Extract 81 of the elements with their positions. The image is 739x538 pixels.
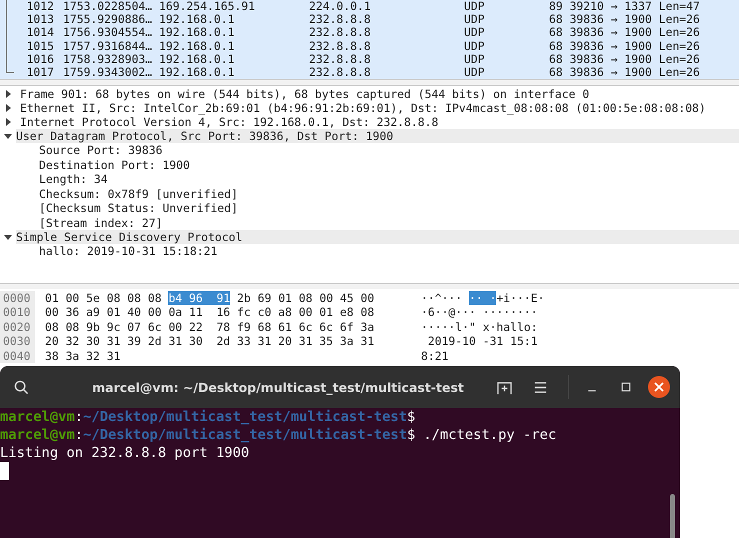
close-icon[interactable] bbox=[648, 376, 670, 398]
maximize-icon[interactable] bbox=[620, 381, 632, 393]
table-cell-text: 232.8.8.8 bbox=[309, 40, 372, 53]
table-cell-text: 232.8.8.8 bbox=[309, 26, 372, 40]
table-cell-text: 1756.9304554… bbox=[63, 26, 154, 40]
table-cell-text: 192.168.0.1 bbox=[159, 66, 236, 80]
search-icon[interactable] bbox=[14, 380, 29, 394]
byte-offset: 0020 bbox=[0, 320, 35, 334]
expander-icon[interactable] bbox=[4, 132, 12, 140]
table-cell-text: 232.8.8.8 bbox=[309, 52, 372, 66]
hex-bytes: 08 08 9b 9c 07 6c 00 22 78 f9 68 61 6c 6c 6f 3a bbox=[45, 320, 374, 334]
tree-item[interactable]: hallo: 2019-10-31 15:18:21 bbox=[0, 244, 739, 259]
hex-bytes: 38 3a 32 31 bbox=[45, 348, 120, 363]
table-cell-text: 224.0.0.1 bbox=[309, 0, 372, 14]
ascii-bytes: 2019-10 -31 15:1 bbox=[426, 334, 538, 348]
table-cell-text: 192.168.0.1 bbox=[159, 26, 236, 40]
table-cell-text: 1758.9328903… bbox=[63, 52, 154, 66]
table-cell-text: 1013 bbox=[26, 13, 54, 26]
table-cell-text: 1017 bbox=[26, 66, 54, 80]
ascii-bytes: 8:21 bbox=[421, 348, 448, 363]
expander-icon[interactable] bbox=[4, 90, 12, 98]
table-cell-text: 232.8.8.8 bbox=[309, 13, 372, 26]
table-cell-text: UDP bbox=[464, 0, 486, 14]
tree-item[interactable]: [Stream index: 27] bbox=[0, 216, 739, 230]
table-cell-text: 1014 bbox=[26, 26, 54, 40]
ascii-bytes: +i···E· bbox=[496, 290, 544, 305]
table-cell-text: 169.254.165.91 bbox=[159, 0, 256, 14]
table-cell-text: 1015 bbox=[26, 40, 54, 53]
tree-item[interactable]: Destination Port: 1900 bbox=[0, 158, 739, 172]
hex-bytes: 20 32 30 31 39 2d 31 30 2d 33 31 20 31 35 3a 31 bbox=[45, 334, 374, 348]
table-cell-text: 192.168.0.1 bbox=[159, 52, 236, 66]
terminal-output: Listing on 232.8.8.8 port 1900 bbox=[0, 444, 250, 462]
tree-item[interactable]: Length: 34 bbox=[0, 172, 739, 187]
ascii-bytes: ·6··@··· ········ bbox=[421, 305, 538, 320]
ascii-bytes: ·· · bbox=[469, 290, 496, 305]
table-cell-text: 1757.9316844… bbox=[63, 40, 154, 53]
byte-offset: 0010 bbox=[0, 305, 35, 320]
table-cell: 68 39836 → 1900 Len=26 bbox=[549, 66, 700, 80]
byte-offset: 0030 bbox=[0, 334, 35, 349]
byte-offset: 0000 bbox=[0, 290, 35, 306]
table-cell: 68 39836 → 1900 Len=26 bbox=[549, 52, 700, 66]
table-cell-text: UDP bbox=[464, 13, 486, 26]
new-tab-icon[interactable] bbox=[497, 380, 512, 394]
tree-item[interactable]: Ethernet II, Src: IntelCor_2b:69:01 (b4:96:91:2b:69:01), Dst: IPv4mcast_08:08:08 (01:00:5e:08:08:08) bbox=[0, 101, 739, 116]
hex-bytes: 2b 69 01 08 00 45 00 bbox=[236, 290, 374, 305]
scrollbar[interactable] bbox=[670, 494, 675, 538]
expander-icon[interactable] bbox=[4, 118, 12, 126]
text-cursor bbox=[0, 462, 9, 480]
tree-item[interactable]: Frame 901: 68 bytes on wire (544 bits), 68 bytes captured (544 bits) on interface 0 bbox=[0, 87, 739, 102]
tree-item[interactable]: [Checksum Status: Unverified] bbox=[0, 201, 739, 216]
table-cell: 89 39210 → 1337 Len=47 bbox=[549, 0, 700, 14]
hex-bytes: 01 00 5e 08 08 08 bbox=[45, 290, 163, 305]
expander-icon[interactable] bbox=[4, 233, 12, 242]
menu-icon[interactable] bbox=[533, 380, 548, 394]
tree-item[interactable]: Checksum: 0x78f9 [unverified] bbox=[0, 186, 739, 202]
table-cell-text: 1755.9290886… bbox=[63, 13, 154, 26]
ascii-bytes: ·····l·" x·hallo: bbox=[421, 320, 538, 334]
window-title: marcel@vm: ~/Desktop/multicast_test/multicast-test bbox=[91, 380, 465, 394]
table-cell-text: 192.168.0.1 bbox=[159, 13, 236, 26]
expander-icon[interactable] bbox=[4, 104, 12, 112]
terminal-line: marcel@vm:~/Desktop/multicast_test/multicast-test$ bbox=[0, 408, 416, 426]
table-cell-text: 1759.9343002… bbox=[63, 66, 154, 80]
tree-item[interactable]: Source Port: 39836 bbox=[0, 143, 739, 158]
terminal-line: marcel@vm:~/Desktop/multicast_test/multicast-test$ ./mctest.py -rec bbox=[0, 426, 558, 444]
table-cell-text: UDP bbox=[464, 40, 486, 53]
table-cell-text: 1016 bbox=[26, 52, 54, 66]
table-cell-text: 1012 bbox=[26, 0, 54, 14]
table-cell-text: UDP bbox=[464, 26, 486, 40]
table-cell-text: UDP bbox=[464, 52, 486, 66]
table-cell: 68 39836 → 1900 Len=26 bbox=[549, 13, 700, 26]
ascii-bytes: ··^··· bbox=[421, 290, 464, 305]
byte-offset: 0040 bbox=[0, 348, 35, 364]
tree-item[interactable]: Internet Protocol Version 4, Src: 192.168.0.1, Dst: 232.8.8.8 bbox=[0, 115, 739, 130]
hex-bytes: b4 96 91 bbox=[168, 290, 230, 305]
table-cell-text: UDP bbox=[464, 66, 486, 80]
hex-bytes: 00 36 a9 01 40 00 0a 11 16 fc c0 a8 00 01 e8 08 bbox=[45, 305, 374, 320]
table-cell-text: 192.168.0.1 bbox=[159, 40, 236, 53]
table-cell-text: 1753.0228504… bbox=[63, 0, 154, 14]
table-cell: 68 39836 → 1900 Len=26 bbox=[549, 26, 700, 40]
table-cell-text: 232.8.8.8 bbox=[309, 66, 372, 80]
table-cell: 68 39836 → 1900 Len=26 bbox=[549, 40, 700, 53]
